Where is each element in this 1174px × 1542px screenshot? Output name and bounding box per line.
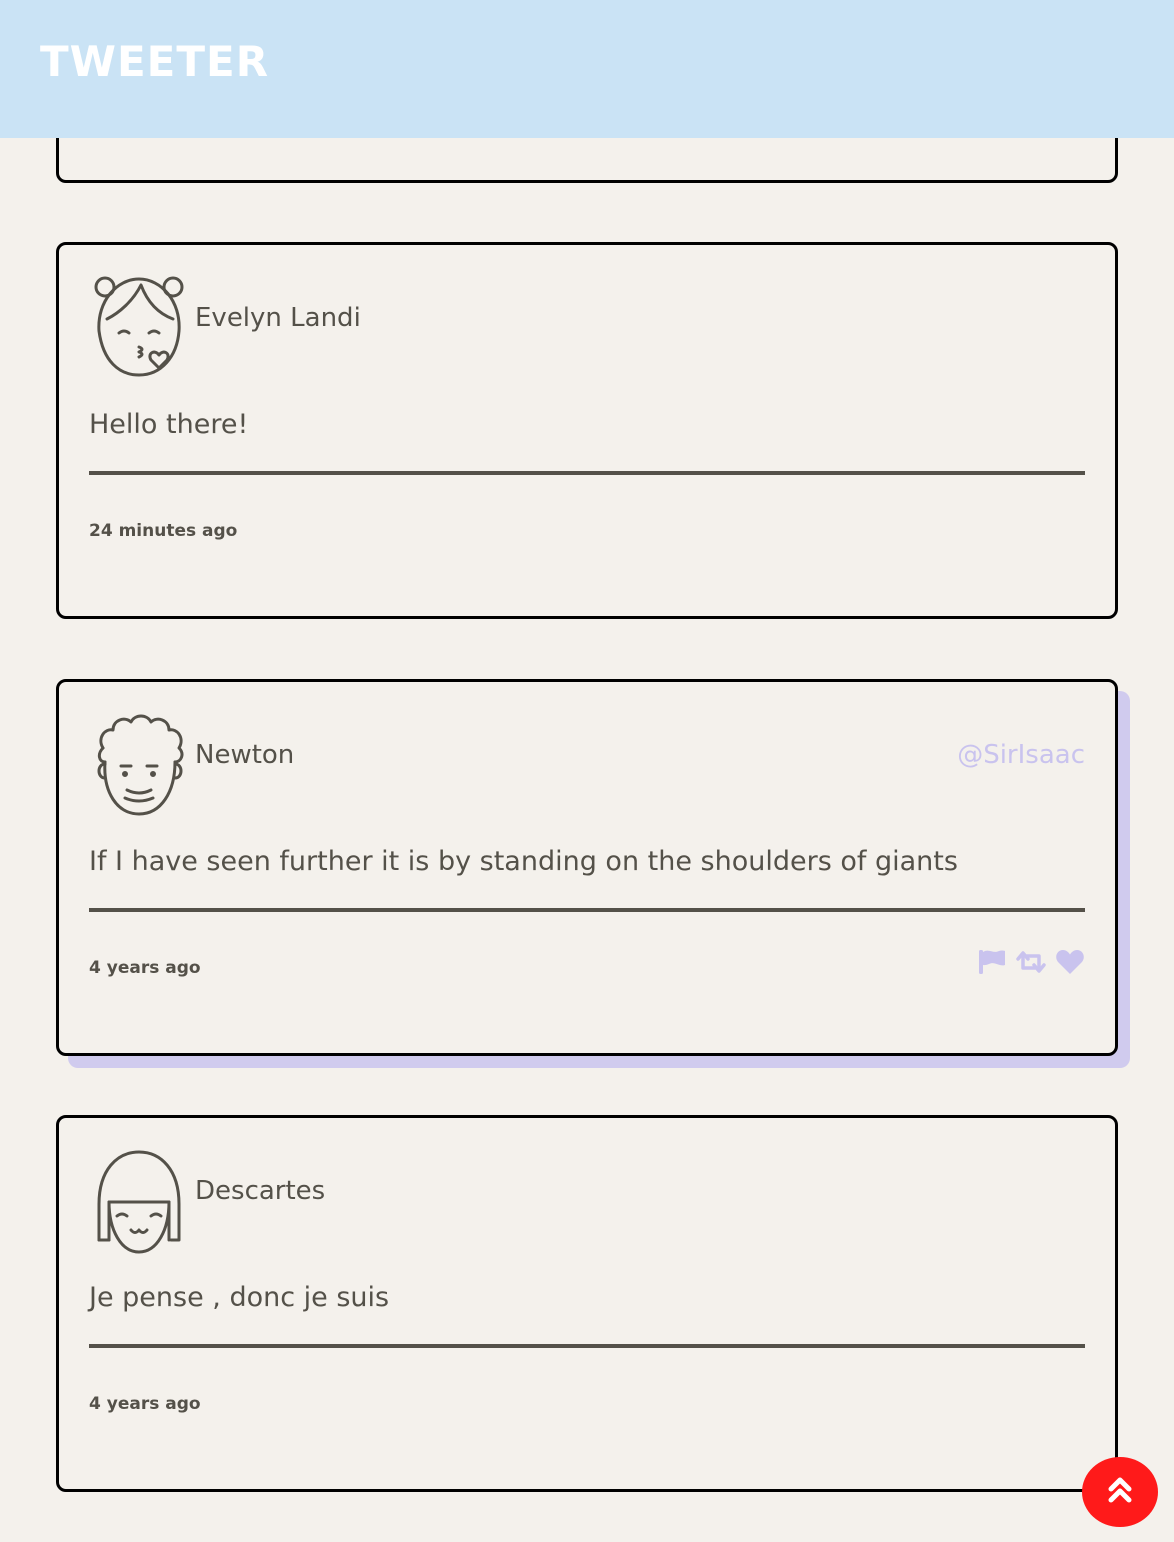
tweet-divider — [89, 471, 1085, 475]
tweet-author-name: Descartes — [195, 1176, 326, 1206]
avatar-kissing-girl-icon — [89, 271, 191, 385]
avatar-bob-hair-girl-icon — [89, 1144, 191, 1258]
tweet-timestamp: 4 years ago — [89, 1394, 201, 1414]
avatar-curly-hair-man-icon — [89, 708, 191, 822]
top-nav-bar: TWEETER — [0, 0, 1174, 138]
tweet-author-name: Newton — [195, 740, 295, 770]
retweet-icon[interactable] — [1013, 948, 1049, 976]
heart-icon[interactable] — [1055, 948, 1085, 976]
tweet-card: Evelyn Landi Hello there! 24 minutes ago — [56, 242, 1118, 619]
tweet-content: Hello there! — [89, 409, 249, 440]
tweet-timestamp: 24 minutes ago — [89, 521, 238, 541]
tweet-author-name: Evelyn Landi — [195, 303, 361, 333]
scroll-to-top-button[interactable] — [1082, 1457, 1158, 1527]
tweet-timestamp: 4 years ago — [89, 958, 201, 978]
double-chevron-up-icon — [1106, 1475, 1134, 1509]
tweet-content: If I have seen further it is by standing… — [89, 846, 958, 877]
brand-logo-text[interactable]: TWEETER — [40, 36, 269, 88]
tweet-content: Je pense , donc je suis — [89, 1282, 390, 1313]
tweet-divider — [89, 1344, 1085, 1348]
tweet-card-hovered: Newton @SirIsaac If I have seen further … — [56, 679, 1118, 1056]
tweet-card: Descartes Je pense , donc je suis 4 year… — [56, 1115, 1118, 1492]
tweet-author-handle[interactable]: @SirIsaac — [957, 740, 1085, 770]
tweet-actions — [977, 948, 1085, 976]
flag-icon[interactable] — [977, 948, 1007, 976]
tweet-divider — [89, 908, 1085, 912]
